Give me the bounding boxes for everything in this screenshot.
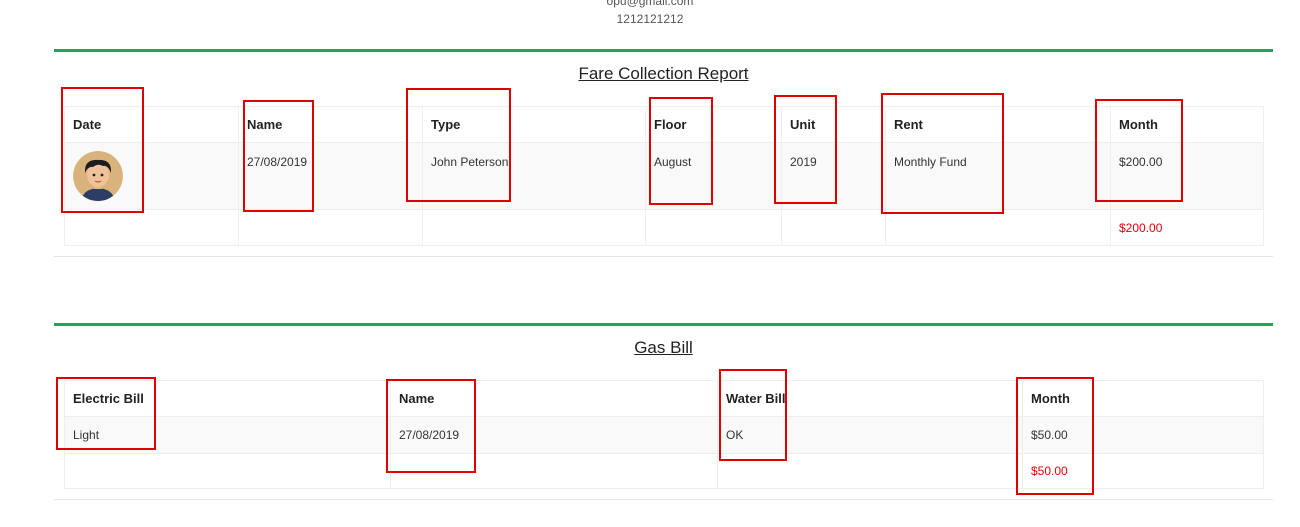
gas-bill-section: Gas Bill Electric Bill Name Water Bill M…	[54, 323, 1273, 500]
fare-report-title: Fare Collection Report	[578, 64, 749, 83]
fare-header-row: Date Name Type Floor Unit Rent Month	[64, 106, 1264, 143]
gas-table: Electric Bill Name Water Bill Month Ligh…	[64, 380, 1264, 489]
fare-cell-name: 27/08/2019	[238, 142, 423, 210]
fare-cell-unit: 2019	[781, 142, 886, 210]
gas-total-row: $50.00	[64, 453, 1264, 489]
table-row: Light 27/08/2019 OK $50.00	[64, 416, 1264, 454]
fare-cell-type: John Peterson	[422, 142, 646, 210]
fare-cell-month: $200.00	[1110, 142, 1264, 210]
fare-header-type: Type	[422, 106, 646, 143]
fare-collection-section: Fare Collection Report Date Name Type Fl…	[54, 49, 1273, 257]
fare-cell-rent: Monthly Fund	[885, 142, 1111, 210]
fare-header-name: Name	[238, 106, 423, 143]
contact-phone: 1212121212	[616, 12, 684, 26]
gas-header-name: Name	[390, 380, 718, 417]
gas-header-row: Electric Bill Name Water Bill Month	[64, 380, 1264, 417]
fare-header-unit: Unit	[781, 106, 886, 143]
fare-header-floor: Floor	[645, 106, 782, 143]
fare-header-date: Date	[64, 106, 239, 143]
gas-cell-name: 27/08/2019	[390, 416, 718, 454]
table-row: 27/08/2019 John Peterson August 2019 Mon…	[64, 142, 1264, 210]
person-avatar-icon	[73, 151, 123, 201]
fare-header-rent: Rent	[885, 106, 1111, 143]
gas-cell-water: OK	[717, 416, 1023, 454]
contact-email: opu@gmail.com	[606, 0, 694, 8]
fare-cell-floor: August	[645, 142, 782, 210]
gas-cell-month: $50.00	[1022, 416, 1264, 454]
fare-total-row: $200.00	[64, 209, 1264, 246]
gas-header-month: Month	[1022, 380, 1264, 417]
fare-total-amount: $200.00	[1110, 209, 1264, 246]
gas-header-electric: Electric Bill	[64, 380, 391, 417]
fare-cell-date	[64, 142, 239, 210]
gas-cell-electric: Light	[64, 416, 391, 454]
fare-header-month: Month	[1110, 106, 1264, 143]
gas-header-water: Water Bill	[717, 380, 1023, 417]
gas-total-amount: $50.00	[1022, 453, 1264, 489]
fare-table: Date Name Type Floor Unit Rent Month 27/…	[64, 106, 1264, 246]
gas-bill-title: Gas Bill	[634, 338, 693, 357]
